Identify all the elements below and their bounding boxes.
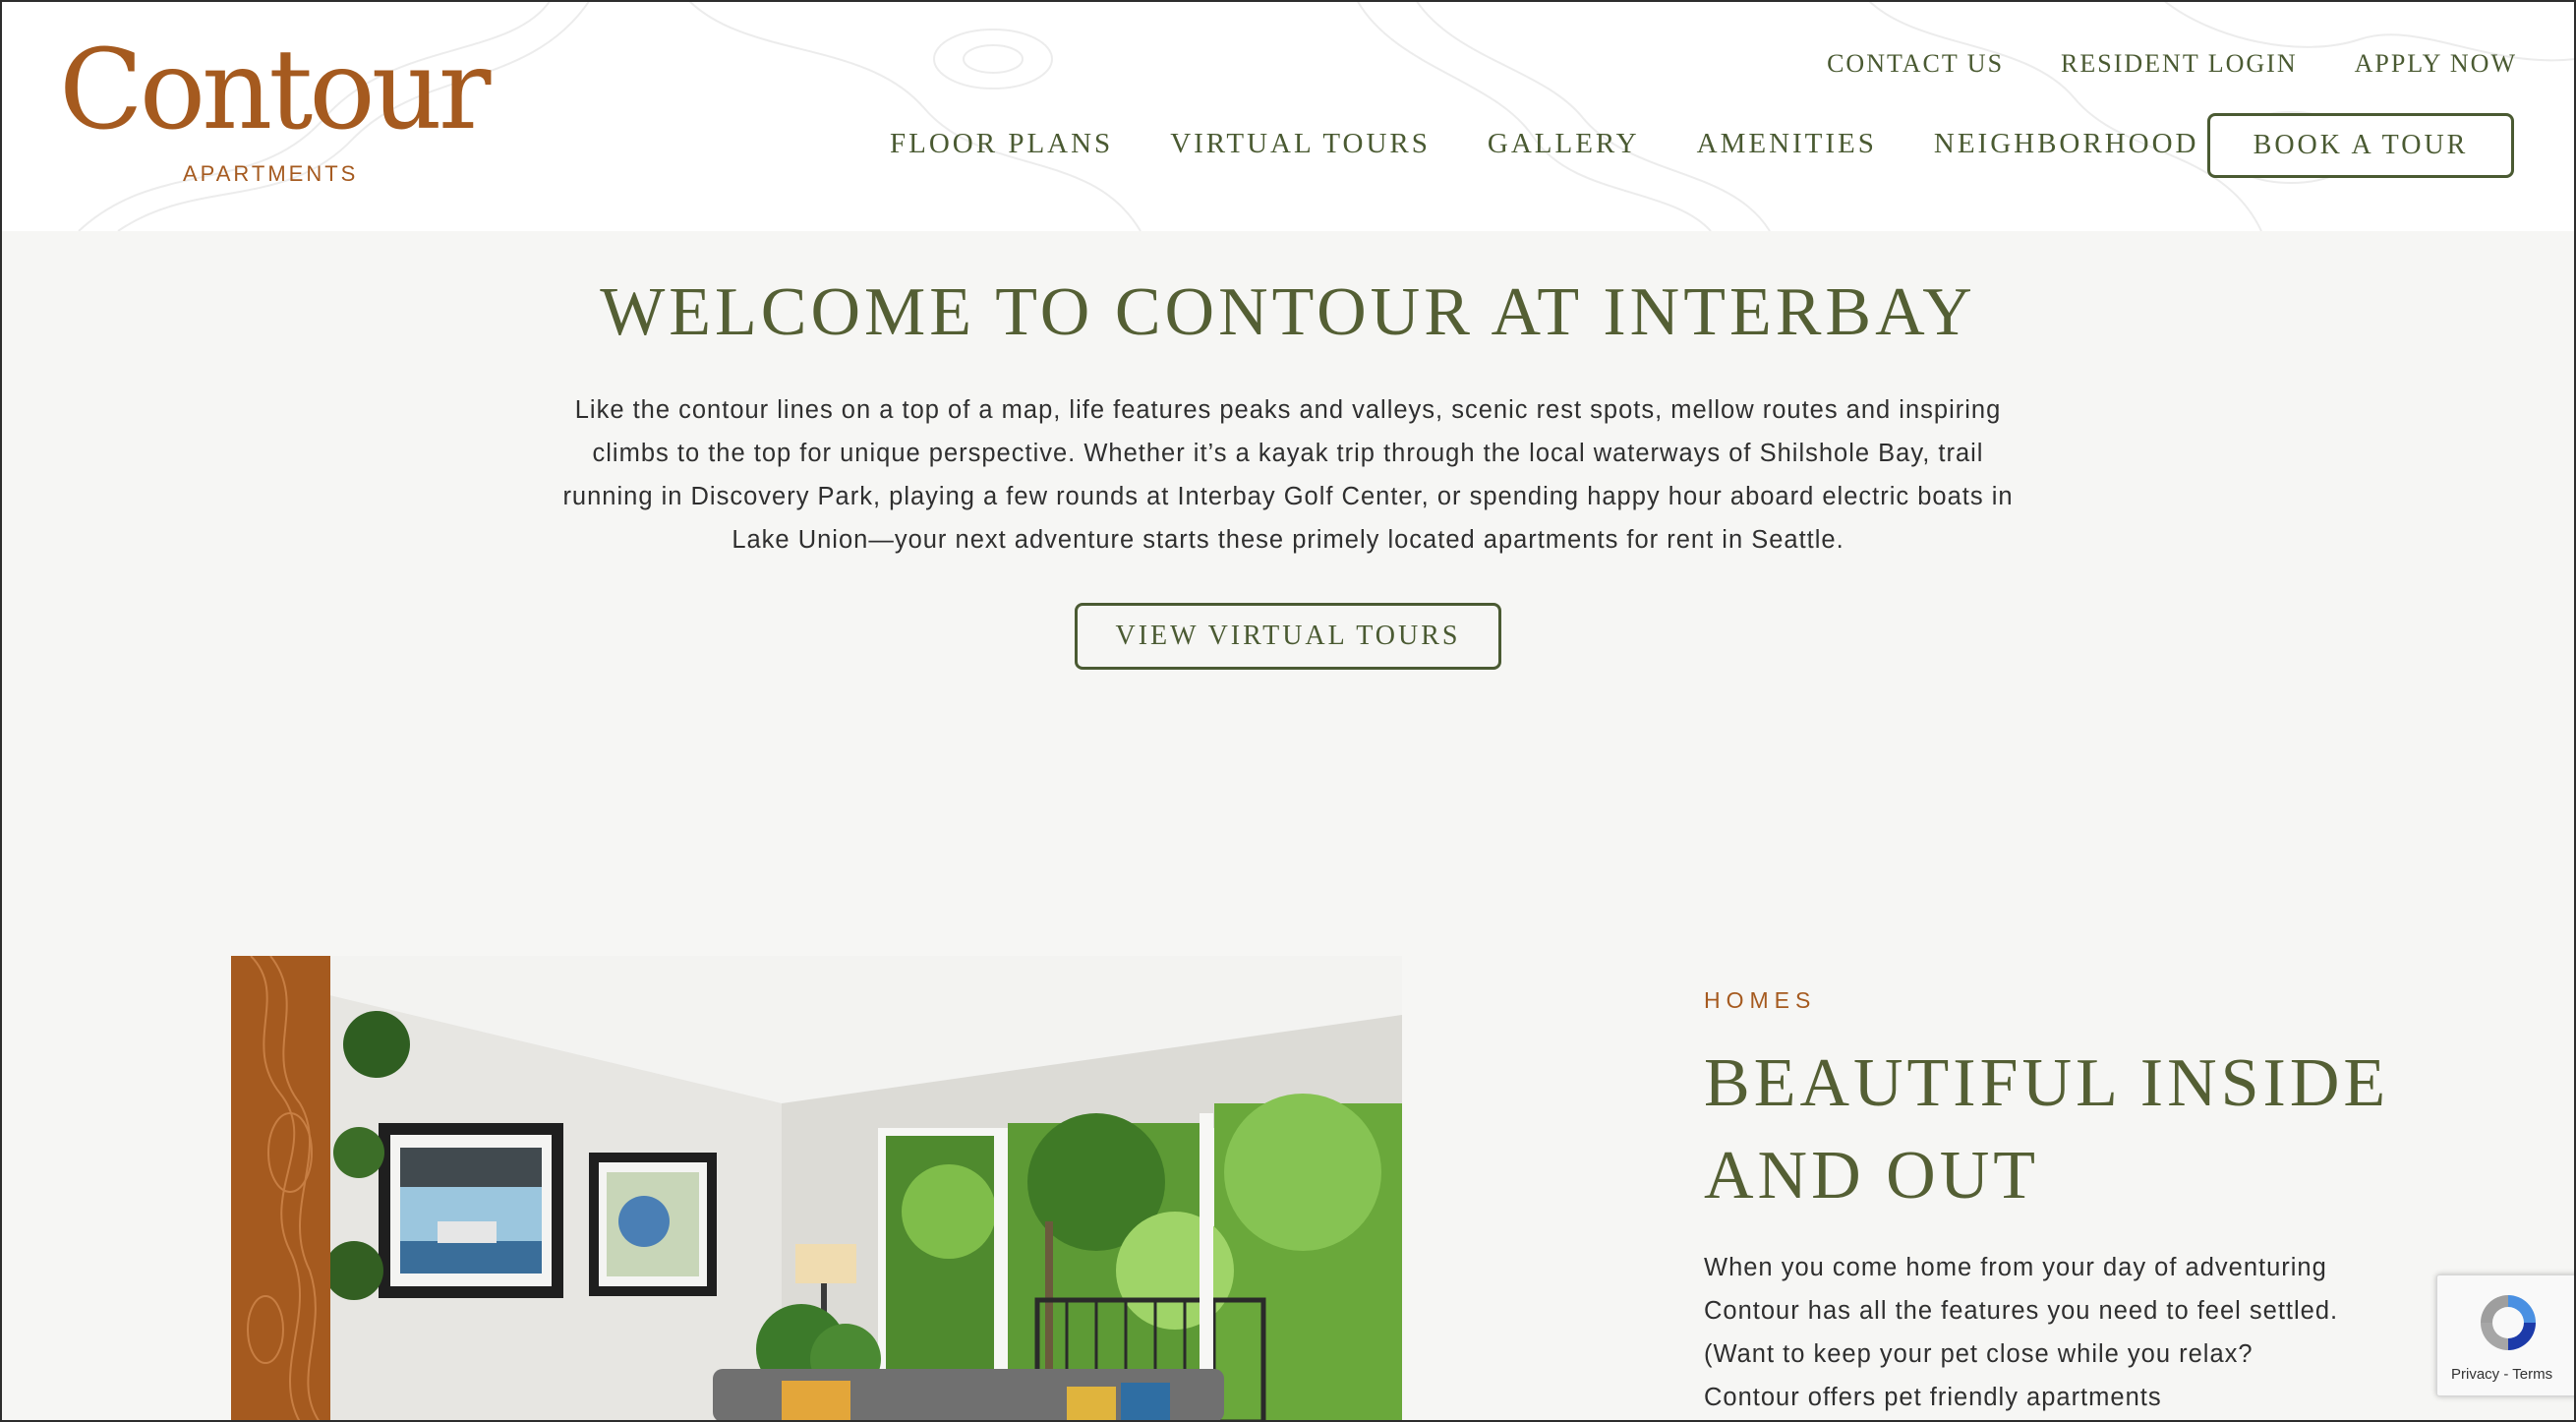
resident-login-link[interactable]: RESIDENT LOGIN	[2061, 49, 2298, 79]
nav-floor-plans[interactable]: FLOOR PLANS	[890, 128, 1113, 160]
main-nav: FLOOR PLANS VIRTUAL TOURS GALLERY AMENIT…	[890, 128, 2199, 160]
view-virtual-tours-button[interactable]: VIEW VIRTUAL TOURS	[1075, 603, 1501, 670]
logo-subtitle: APARTMENTS	[183, 161, 359, 186]
site-header: Contour APARTMENTS CONTACT US RESIDENT L…	[0, 0, 2576, 231]
nav-gallery[interactable]: GALLERY	[1488, 128, 1640, 160]
welcome-title: WELCOME TO CONTOUR AT INTERBAY	[600, 274, 1976, 350]
nav-virtual-tours[interactable]: VIRTUAL TOURS	[1170, 128, 1431, 160]
apply-now-link[interactable]: APPLY NOW	[2355, 49, 2517, 79]
welcome-description: Like the contour lines on a top of a map…	[562, 396, 2014, 554]
recaptcha-icon	[2481, 1295, 2536, 1350]
homes-title: BEAUTIFUL INSIDE AND OUT	[1704, 1045, 2390, 1214]
logo-wordmark: Contour	[59, 27, 491, 154]
homes-eyebrow: HOMES	[1704, 987, 1817, 1013]
book-a-tour-button[interactable]: BOOK A TOUR	[2207, 113, 2514, 178]
nav-amenities[interactable]: AMENITIES	[1697, 128, 1877, 160]
living-room-illustration	[231, 956, 1402, 1422]
homes-description: When you come home from your day of adve…	[1704, 1254, 2339, 1411]
nav-neighborhood[interactable]: NEIGHBORHOOD	[1934, 128, 2199, 160]
recaptcha-links[interactable]: Privacy - Terms	[2451, 1366, 2552, 1383]
site-logo[interactable]: Contour APARTMENTS	[59, 35, 491, 193]
recaptcha-badge[interactable]: Privacy - Terms	[2436, 1274, 2576, 1396]
apartment-interior-photo	[231, 956, 1402, 1422]
utility-nav: CONTACT US RESIDENT LOGIN APPLY NOW	[1827, 49, 2517, 79]
contact-us-link[interactable]: CONTACT US	[1827, 49, 2004, 79]
